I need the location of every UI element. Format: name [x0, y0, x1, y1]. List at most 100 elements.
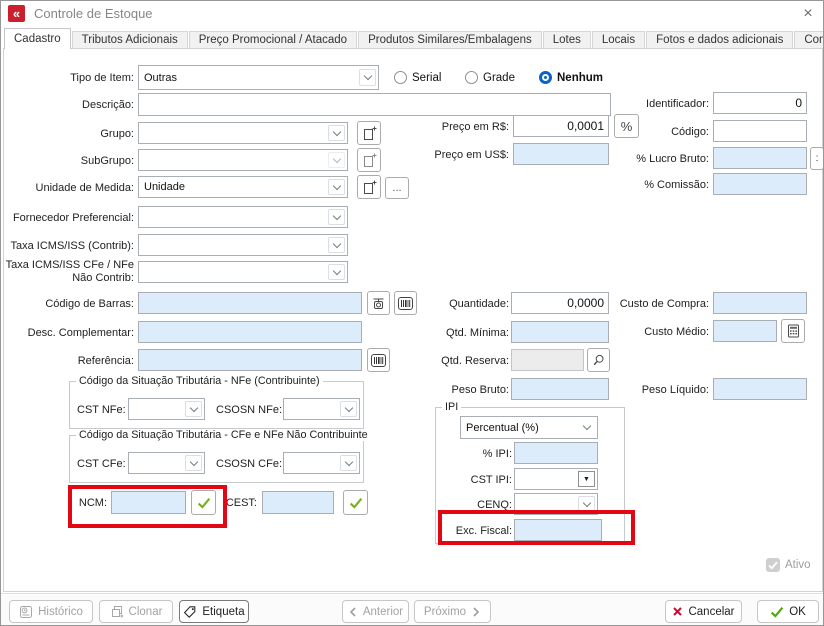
- clonar-label: Clonar: [129, 606, 163, 618]
- etiqueta-label: Etiqueta: [202, 606, 244, 618]
- ipi-pct-input[interactable]: [514, 442, 598, 464]
- identificador-input[interactable]: 0: [713, 92, 807, 114]
- fornecedor-select[interactable]: [138, 206, 348, 228]
- peso-liquido-input[interactable]: [713, 378, 807, 400]
- tipo-item-select[interactable]: Outras: [138, 65, 379, 90]
- window-title: Controle de Estoque: [34, 6, 153, 21]
- csosn-cfe-select[interactable]: [283, 452, 360, 474]
- unidade-select[interactable]: Unidade: [138, 176, 348, 198]
- qtd-reserva-search-button[interactable]: [587, 348, 610, 372]
- tab-fotos-dados-adicionais[interactable]: Fotos e dados adicionais: [646, 31, 793, 48]
- clonar-button[interactable]: Clonar: [99, 600, 173, 623]
- radio-grade-label: Grade: [483, 71, 515, 85]
- ativo-label: Ativo: [785, 558, 811, 572]
- ncm-input[interactable]: [111, 491, 186, 514]
- radio-nenhum[interactable]: [539, 71, 552, 84]
- custo-compra-input[interactable]: [713, 292, 807, 314]
- dropdown-arrow-icon: ▼: [578, 471, 595, 487]
- ipi-groupbox: IPI Percentual (%) % IPI: CST IPI: ▼ CEN…: [435, 407, 625, 544]
- app-logo-icon: «: [8, 5, 25, 22]
- descricao-label: Descrição:: [5, 94, 134, 116]
- lucro-bruto-input[interactable]: [713, 147, 807, 169]
- close-button[interactable]: ×: [798, 4, 818, 23]
- fornecedor-label: Fornecedor Preferencial:: [5, 207, 134, 229]
- cst-ipi-select[interactable]: ▼: [514, 468, 598, 490]
- tab-produtos-similares-embalagens[interactable]: Produtos Similares/Embalagens: [358, 31, 542, 48]
- cst-cfe-label: CST CFe:: [77, 453, 125, 475]
- cst-ipi-label: CST IPI:: [438, 469, 512, 491]
- grupo-add-button[interactable]: [357, 121, 381, 145]
- codigo-label: Código:: [601, 121, 709, 143]
- historico-button[interactable]: Histórico: [9, 600, 93, 623]
- comissao-input[interactable]: [713, 173, 807, 195]
- cst-nfe-select[interactable]: [128, 398, 205, 420]
- chevron-right-icon: [471, 606, 481, 618]
- ncm-label: NCM:: [73, 492, 107, 514]
- calculator-button[interactable]: [781, 319, 805, 343]
- unidade-value: Unidade: [144, 181, 185, 193]
- cst-cfe-groupbox: Código da Situação Tributária - CFe e NF…: [69, 435, 364, 483]
- taxa-contrib-select[interactable]: [138, 234, 348, 256]
- csosn-nfe-label: CSOSN NFe:: [216, 399, 278, 421]
- barcode-button[interactable]: [394, 291, 417, 315]
- scale-icon: [371, 296, 386, 311]
- chevron-down-icon: [340, 455, 357, 471]
- unidade-more-button[interactable]: ...: [385, 177, 409, 199]
- footer-bar: Histórico Clonar Etiqueta Anterior Próxi…: [1, 593, 824, 626]
- referencia-barcode-button[interactable]: [367, 348, 390, 372]
- tab-controles-especificos[interactable]: Controles específicos: [794, 31, 824, 48]
- radio-grade[interactable]: [465, 71, 478, 84]
- descricao-input[interactable]: [138, 93, 611, 116]
- radio-serial[interactable]: [394, 71, 407, 84]
- custo-medio-input[interactable]: [713, 320, 777, 342]
- subgrupo-select[interactable]: [138, 149, 348, 171]
- preco-rs-input[interactable]: 0,0001: [513, 115, 609, 137]
- codigo-barras-input[interactable]: [138, 292, 362, 314]
- cest-input[interactable]: [262, 491, 334, 514]
- tab-cadastro[interactable]: Cadastro: [4, 28, 71, 49]
- cancel-x-icon: [672, 606, 683, 617]
- cancelar-button[interactable]: Cancelar: [665, 600, 742, 623]
- tab-tributos-adicionais[interactable]: Tributos Adicionais: [72, 31, 188, 48]
- scale-button[interactable]: [367, 291, 390, 315]
- preco-uss-input[interactable]: [513, 143, 609, 165]
- unidade-add-button[interactable]: [357, 175, 381, 199]
- desc-complementar-input[interactable]: [138, 321, 362, 343]
- cest-validate-button[interactable]: [343, 490, 368, 515]
- cenq-select[interactable]: [514, 493, 598, 515]
- chevron-down-icon: [578, 419, 595, 436]
- tipo-item-label: Tipo de Item:: [5, 67, 134, 89]
- taxa-nao-contrib-select[interactable]: [138, 261, 348, 283]
- ok-button[interactable]: OK: [757, 600, 819, 623]
- cst-nfe-group-title: Código da Situação Tributária - NFe (Con…: [76, 375, 323, 387]
- tab-preco-promocional-atacado[interactable]: Preço Promocional / Atacado: [189, 31, 357, 48]
- referencia-input[interactable]: [138, 349, 362, 371]
- ativo-checkbox: [766, 558, 780, 572]
- tab-lotes[interactable]: Lotes: [543, 31, 591, 48]
- title-bar: « Controle de Estoque ×: [1, 1, 824, 27]
- qtd-minima-input[interactable]: [511, 321, 609, 343]
- anterior-button[interactable]: Anterior: [342, 600, 409, 623]
- etiqueta-button[interactable]: Etiqueta: [179, 600, 249, 623]
- tab-locais[interactable]: Locais: [592, 31, 645, 48]
- exc-fiscal-input[interactable]: [514, 519, 602, 541]
- peso-liquido-label: Peso Líquido:: [601, 379, 709, 401]
- peso-bruto-input[interactable]: [511, 378, 609, 400]
- proximo-button[interactable]: Próximo: [414, 600, 491, 623]
- lucro-bruto-edge-button[interactable]: :: [810, 147, 824, 170]
- ipi-modo-select[interactable]: Percentual (%): [460, 416, 598, 439]
- cst-cfe-select[interactable]: [128, 452, 205, 474]
- subgrupo-add-button[interactable]: [357, 148, 381, 172]
- lucro-bruto-label: % Lucro Bruto:: [601, 148, 709, 170]
- quantidade-label: Quantidade:: [421, 293, 509, 315]
- ncm-validate-button[interactable]: [191, 490, 216, 515]
- history-icon: [19, 605, 33, 619]
- new-item-icon: [362, 180, 377, 195]
- magnifier-icon: [592, 353, 606, 367]
- csosn-nfe-select[interactable]: [283, 398, 360, 420]
- taxa-nao-contrib-label: Taxa ICMS/ISS CFe / NFe Não Contrib:: [5, 259, 134, 285]
- grupo-select[interactable]: [138, 122, 348, 144]
- chevron-down-icon: [328, 209, 345, 225]
- colon-icon: :: [816, 153, 819, 164]
- codigo-input[interactable]: [713, 120, 807, 142]
